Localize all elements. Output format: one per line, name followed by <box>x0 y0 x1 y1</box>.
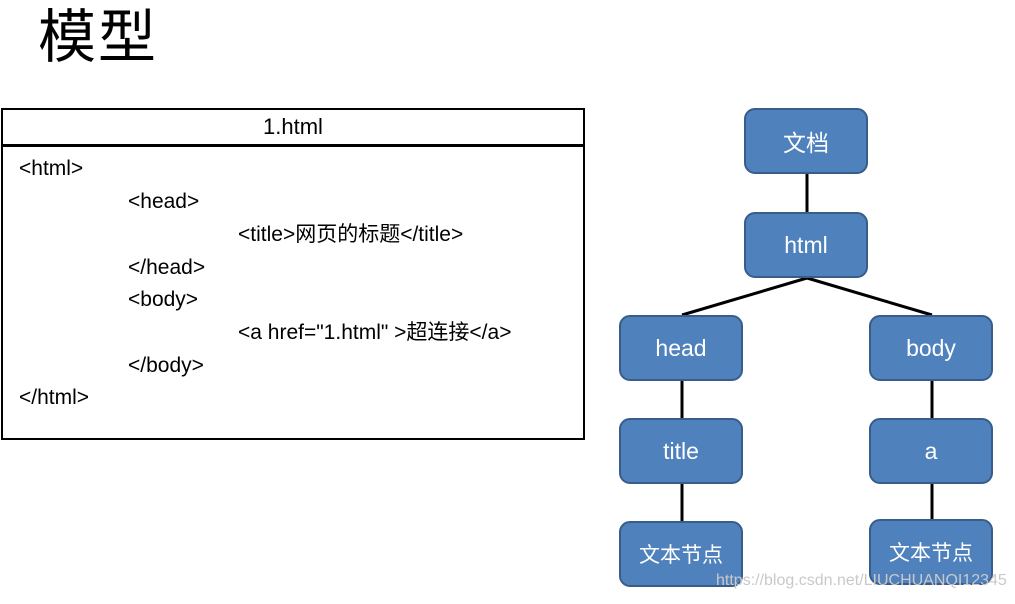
tree-edges <box>680 174 934 521</box>
edge-html-body <box>806 276 933 317</box>
node-head: head <box>619 315 743 381</box>
watermark: https://blog.csdn.net/LIUCHUANQI12345 <box>716 572 1007 589</box>
node-body: body <box>869 315 993 381</box>
node-a: a <box>869 418 993 484</box>
edge-html-head <box>681 276 808 317</box>
node-html: html <box>744 212 868 278</box>
node-title: title <box>619 418 743 484</box>
node-document: 文档 <box>744 108 868 174</box>
dom-tree: 文档 html head body title a 文本节点 文本节点 <box>0 0 1015 604</box>
